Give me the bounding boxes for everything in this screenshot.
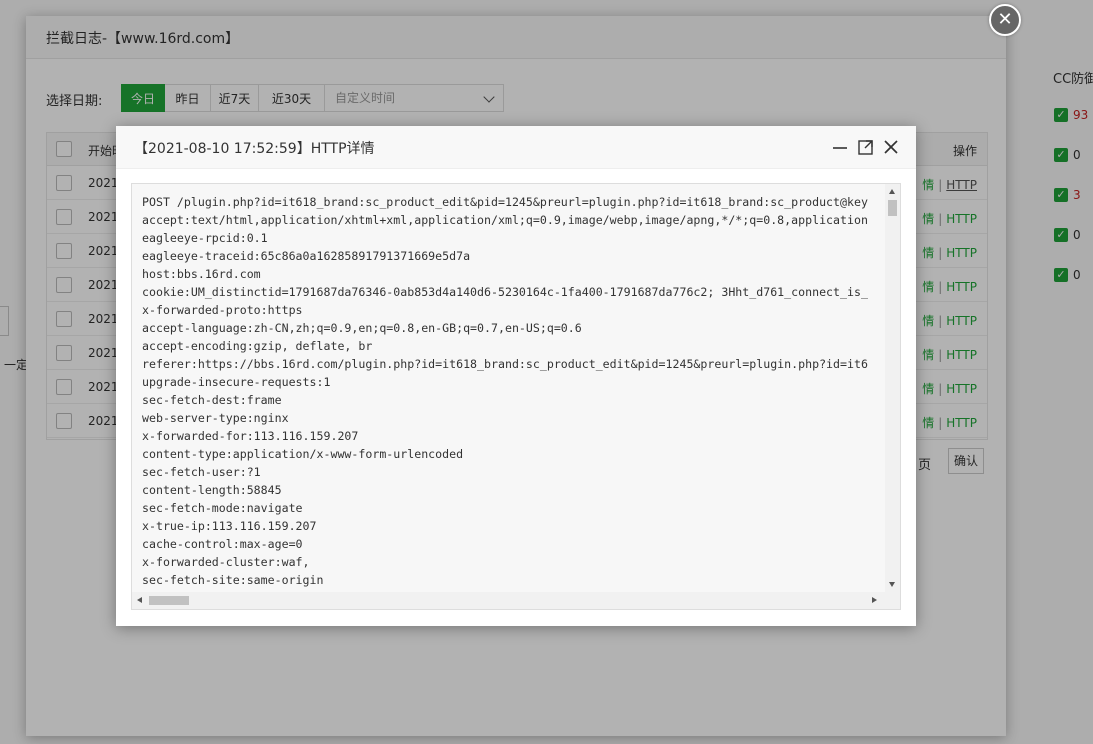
vertical-scrollbar[interactable] [885, 184, 900, 592]
horizontal-scrollbar[interactable] [132, 592, 900, 609]
http-header-line: cache-control:max-age=0 [142, 537, 303, 551]
http-header-line: x-true-ip:113.116.159.207 [142, 519, 317, 533]
close-icon[interactable] [882, 138, 900, 156]
http-header-line: sec-fetch-site:same-origin [142, 573, 324, 587]
horizontal-scroll-thumb[interactable] [149, 596, 189, 605]
http-header-line: accept-language:zh-CN,zh;q=0.9,en;q=0.8,… [142, 321, 582, 335]
inner-dialog-titlebar: 【2021-08-10 17:52:59】HTTP详情 [116, 126, 916, 169]
scroll-down-icon[interactable] [889, 582, 895, 587]
inner-dialog-title: 【2021-08-10 17:52:59】HTTP详情 [134, 141, 375, 157]
http-header-line: x-forwarded-proto:https [142, 303, 303, 317]
maximize-icon[interactable] [857, 138, 875, 156]
http-header-line: upgrade-insecure-requests:1 [142, 375, 331, 389]
http-header-line: sec-fetch-dest:frame [142, 393, 282, 407]
http-header-line: content-length:58845 [142, 483, 282, 497]
close-icon[interactable]: ✕ [989, 4, 1021, 36]
http-header-line: referer:https://bbs.16rd.com/plugin.php?… [142, 357, 868, 371]
scroll-right-icon[interactable] [872, 597, 877, 603]
http-header-line: content-type:application/x-www-form-urle… [142, 447, 464, 461]
http-header-line: host:bbs.16rd.com [142, 267, 261, 281]
http-header-line: eagleeye-rpcid:0.1 [142, 231, 268, 245]
http-header-line: x-forwarded-for:113.116.159.207 [142, 429, 359, 443]
minimize-icon[interactable] [831, 138, 849, 156]
http-header-line: web-server-type:nginx [142, 411, 289, 425]
http-detail-textarea[interactable]: POST /plugin.php?id=it618_brand:sc_produ… [131, 183, 901, 610]
http-header-line: accept:text/html,application/xhtml+xml,a… [142, 213, 868, 227]
http-header-line: accept-encoding:gzip, deflate, br [142, 339, 373, 353]
http-header-line: sec-fetch-mode:navigate [142, 501, 303, 515]
scroll-up-icon[interactable] [889, 189, 895, 194]
http-header-line: eagleeye-traceid:65c86a0a162858917913716… [142, 249, 471, 263]
http-header-line: POST /plugin.php?id=it618_brand:sc_produ… [142, 195, 868, 209]
http-detail-dialog: 【2021-08-10 17:52:59】HTTP详情 POST /plugin… [116, 126, 916, 626]
http-header-line: sec-fetch-user:?1 [142, 465, 261, 479]
http-header-line: x-forwarded-cluster:waf, [142, 555, 310, 569]
http-header-line: cookie:UM_distinctid=1791687da76346-0ab8… [142, 285, 868, 299]
http-detail-content: POST /plugin.php?id=it618_brand:sc_produ… [142, 193, 884, 591]
vertical-scroll-thumb[interactable] [888, 200, 897, 216]
scroll-left-icon[interactable] [137, 597, 142, 603]
